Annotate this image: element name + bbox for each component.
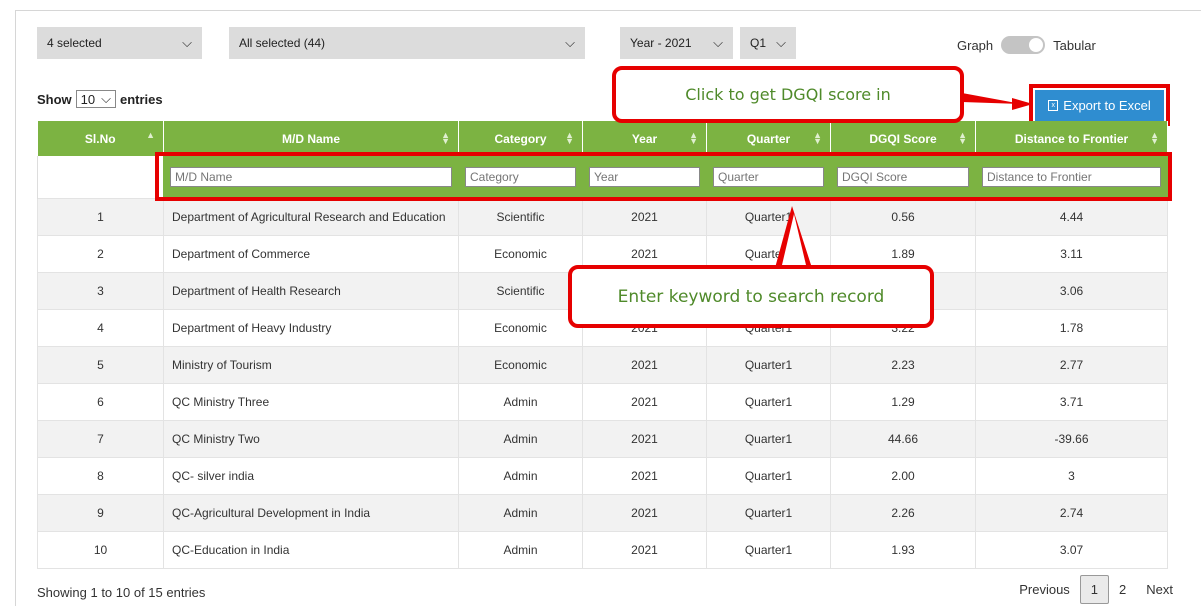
page-button-2[interactable]: 2 (1109, 576, 1136, 603)
previous-page-button[interactable]: Previous (1009, 576, 1080, 603)
search-callout: Enter keyword to search record (568, 265, 934, 328)
next-page-button[interactable]: Next (1136, 576, 1183, 603)
search-callout-text: Enter keyword to search record (617, 286, 885, 307)
pagination: Previous 1 2 Next (1009, 575, 1183, 604)
page-button-1[interactable]: 1 (1079, 575, 1110, 604)
export-callout-pointer-head (1012, 98, 1033, 110)
table-info: Showing 1 to 10 of 15 entries (37, 585, 206, 600)
